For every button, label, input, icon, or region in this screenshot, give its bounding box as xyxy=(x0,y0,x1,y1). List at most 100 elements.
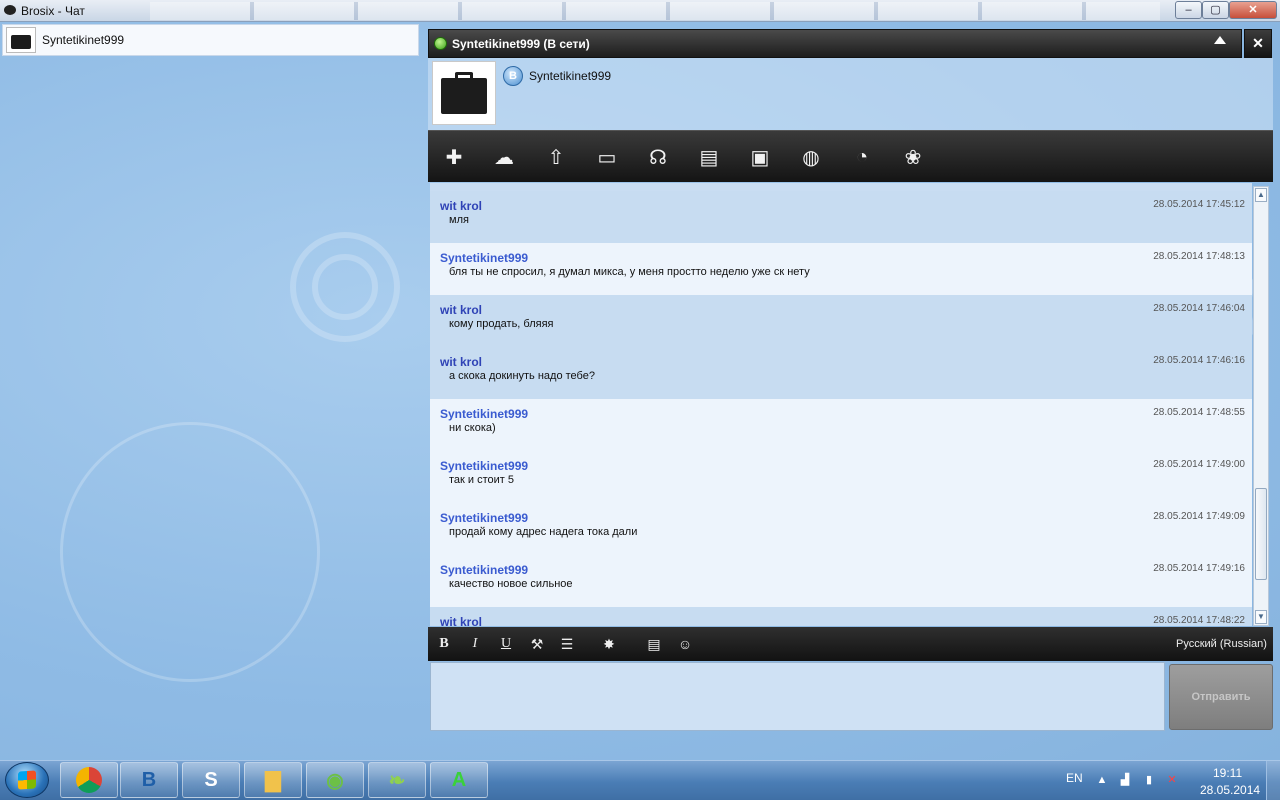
ornament-circle xyxy=(60,422,320,682)
format-toolbar xyxy=(428,627,1273,661)
nudge-icon[interactable]: ✸ xyxy=(600,635,618,653)
file-upload-icon[interactable]: ⇧ xyxy=(541,143,571,171)
message-sender: wit krol xyxy=(440,355,483,369)
message-row: Syntetikinet999 бля ты не спросил, я дум… xyxy=(430,243,1252,295)
wrench-icon[interactable]: ⚒ xyxy=(528,635,546,653)
window-titlebar: Brosix - Чат – ▢ ✕ xyxy=(0,0,1280,22)
folder-icon[interactable]: ▇ xyxy=(244,762,302,798)
document-icon[interactable]: ▤ xyxy=(645,635,663,653)
message-timestamp: 28.05.2014 17:48:22 xyxy=(1153,615,1245,626)
scroll-down-icon[interactable]: ▼ xyxy=(1255,610,1267,624)
ornament-circle xyxy=(312,254,378,320)
show-desktop-button[interactable] xyxy=(1266,761,1280,800)
italic-button[interactable]: I xyxy=(466,635,484,653)
whiteboard-icon[interactable]: ▣ xyxy=(745,143,775,171)
underline-button[interactable]: U xyxy=(497,635,515,653)
message-sender: Syntetikinet999 xyxy=(440,407,529,421)
close-chat-button[interactable]: ✕ xyxy=(1244,29,1272,58)
windows-logo-icon xyxy=(18,770,36,790)
scrollbar-thumb[interactable] xyxy=(1255,488,1267,580)
signal-icon[interactable]: ▟ xyxy=(1118,773,1132,787)
add-contact-icon[interactable]: ✚ xyxy=(439,143,469,171)
profile-name: Syntetikinet999 xyxy=(529,69,612,83)
message-input[interactable] xyxy=(430,662,1165,731)
message-row: Syntetikinet999 так и стоит 5 28.05.2014… xyxy=(430,451,1252,503)
contact-list-item[interactable]: Syntetikinet999 xyxy=(2,24,419,56)
text-align-icon[interactable]: ☰ xyxy=(558,635,576,653)
message-timestamp: 28.05.2014 17:46:04 xyxy=(1153,303,1245,314)
tray-expand-icon[interactable]: ▲ xyxy=(1095,773,1109,787)
message-row: wit krol а скока докинуть надо тебе? 28.… xyxy=(430,347,1252,399)
minimize-button[interactable]: – xyxy=(1175,1,1202,19)
remote-desktop-icon[interactable]: ▤ xyxy=(694,143,724,171)
history-icon[interactable]: ◔ xyxy=(847,143,877,171)
scroll-up-icon[interactable]: ▲ xyxy=(1255,188,1267,202)
contact-name: Syntetikinet999 xyxy=(42,33,125,47)
message-list[interactable]: wit krol мля 28.05.2014 17:45:12 Synteti… xyxy=(430,183,1252,626)
group-icon[interactable]: ❀ xyxy=(898,143,928,171)
message-text: продай кому адрес надега тока дали xyxy=(449,526,638,538)
support-headset-icon[interactable]: ☊ xyxy=(643,143,673,171)
network-error-icon[interactable]: ✕ xyxy=(1165,773,1179,787)
brosix-taskbar-icon[interactable]: B xyxy=(120,762,178,798)
chrome-icon[interactable] xyxy=(60,762,118,798)
message-sender: Syntetikinet999 xyxy=(440,563,529,577)
leaf-app-icon[interactable]: ❧ xyxy=(368,762,426,798)
contact-avatar xyxy=(432,61,496,125)
message-timestamp: 28.05.2014 17:45:12 xyxy=(1153,199,1245,210)
message-sender: Syntetikinet999 xyxy=(440,511,529,525)
send-button[interactable]: Отправить xyxy=(1169,664,1273,730)
message-row: Syntetikinet999 ни скока) 28.05.2014 17:… xyxy=(430,399,1252,451)
skype-icon[interactable]: S xyxy=(182,762,240,798)
message-text: а скока докинуть надо тебе? xyxy=(449,370,595,382)
background-taskbar-tabs xyxy=(150,2,1160,20)
collapse-arrow-icon[interactable] xyxy=(1214,36,1226,44)
green-a-app-icon[interactable]: A xyxy=(430,762,488,798)
close-window-button[interactable]: ✕ xyxy=(1229,1,1277,19)
web-browser-icon[interactable]: ◍ xyxy=(796,143,826,171)
chrome-logo xyxy=(76,767,102,793)
online-status-icon xyxy=(434,37,447,50)
message-row: wit krol кому продать, бляяя 28.05.2014 … xyxy=(430,295,1252,347)
message-timestamp: 28.05.2014 17:49:00 xyxy=(1153,459,1245,470)
bold-button[interactable]: B xyxy=(435,635,453,653)
message-sender: Syntetikinet999 xyxy=(440,459,529,473)
message-text: ни скока) xyxy=(449,422,496,434)
message-sender: wit krol xyxy=(440,615,483,626)
message-scrollbar[interactable]: ▲ ▼ xyxy=(1253,186,1269,626)
clock-date[interactable]: 28.05.2014 xyxy=(1200,783,1260,797)
message-timestamp: 28.05.2014 17:46:16 xyxy=(1153,355,1245,366)
message-text: качество новое сильное xyxy=(449,578,573,590)
clock-time[interactable]: 19:11 xyxy=(1213,766,1242,780)
message-row: wit krol 28.05.2014 17:48:22 xyxy=(430,607,1252,626)
message-row: Syntetikinet999 качество новое сильное 2… xyxy=(430,555,1252,607)
screen-share-icon[interactable]: ▭ xyxy=(592,143,622,171)
brosix-logo-icon: B xyxy=(503,66,523,86)
message-sender: wit krol xyxy=(440,199,483,213)
maximize-button[interactable]: ▢ xyxy=(1202,1,1229,19)
message-row: wit krol мля 28.05.2014 17:45:12 xyxy=(430,191,1252,243)
chat-bubble-icon xyxy=(4,5,16,15)
power-icon[interactable]: ▮ xyxy=(1142,773,1156,787)
message-text: кому продать, бляяя xyxy=(449,318,554,330)
language-selector[interactable]: Русский (Russian) xyxy=(1176,638,1267,650)
window-title: Brosix - Чат xyxy=(21,4,85,18)
keyboard-language[interactable]: EN xyxy=(1066,771,1083,785)
briefcase-icon xyxy=(11,35,31,49)
message-text: мля xyxy=(449,214,469,226)
briefcase-handle xyxy=(455,72,473,80)
utorrent-icon[interactable]: ◉ xyxy=(306,762,364,798)
emoticon-icon[interactable]: ☺ xyxy=(676,635,694,653)
message-text: бля ты не спросил, я думал микса, у меня… xyxy=(449,266,810,278)
message-timestamp: 28.05.2014 17:48:55 xyxy=(1153,407,1245,418)
avatar xyxy=(6,27,36,53)
briefcase-icon xyxy=(441,78,487,114)
message-timestamp: 28.05.2014 17:49:09 xyxy=(1153,511,1245,522)
message-sender: wit krol xyxy=(440,303,483,317)
group-chat-icon[interactable]: ☁ xyxy=(489,143,519,171)
chat-header: Syntetikinet999 (В сети) xyxy=(428,29,1242,58)
message-timestamp: 28.05.2014 17:48:13 xyxy=(1153,251,1245,262)
message-timestamp: 28.05.2014 17:49:16 xyxy=(1153,563,1245,574)
message-sender: Syntetikinet999 xyxy=(440,251,529,265)
message-text: так и стоит 5 xyxy=(449,474,514,486)
